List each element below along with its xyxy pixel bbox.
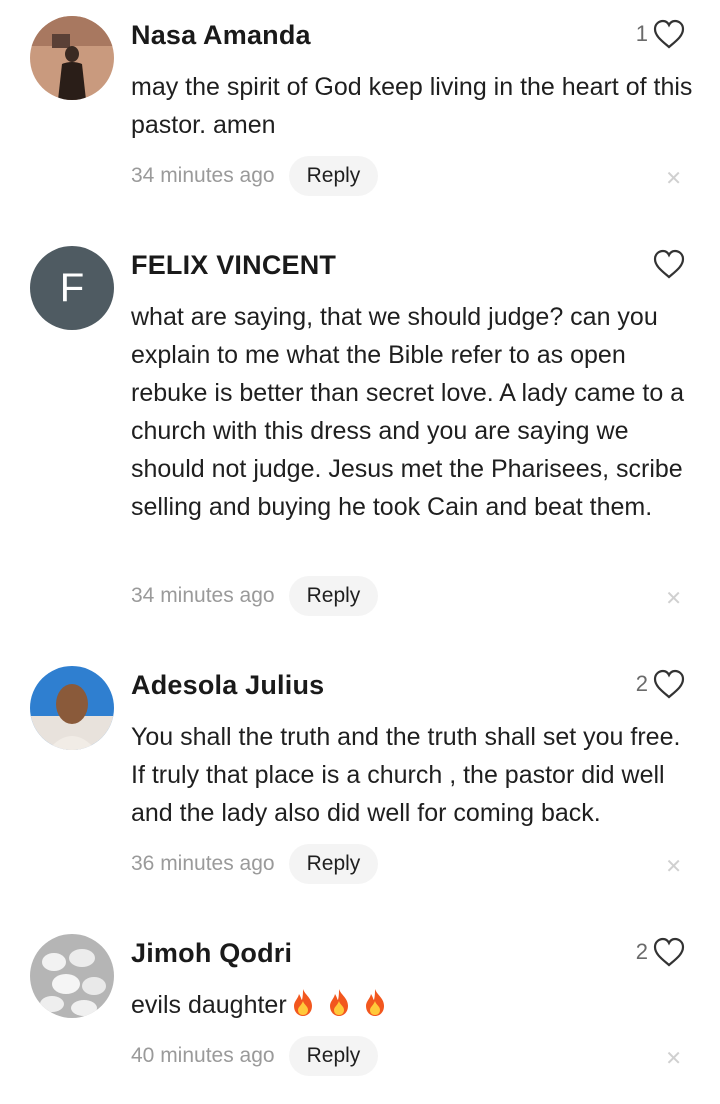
avatar[interactable]: F <box>30 246 114 330</box>
close-icon[interactable]: ✕ <box>665 1049 682 1069</box>
comment-text: You shall the truth and the truth shall … <box>131 723 681 827</box>
comment-meta: 36 minutes ago Reply <box>131 844 379 884</box>
like-count: 1 <box>635 21 648 46</box>
comment-text-row: evils daughter <box>131 986 696 1024</box>
heart-outline-icon[interactable] <box>652 248 686 280</box>
fire-emoji-group <box>287 989 389 1019</box>
comment-meta: 34 minutes ago Reply <box>131 576 379 616</box>
comment-timestamp: 34 minutes ago <box>131 584 275 607</box>
comment-author[interactable]: Jimoh Qodri <box>131 938 292 969</box>
reply-button[interactable]: Reply <box>288 1036 379 1076</box>
like-button[interactable] <box>648 248 686 280</box>
comment-text: what are saying, that we should judge? c… <box>131 303 685 521</box>
reply-button[interactable]: Reply <box>288 844 379 884</box>
close-icon[interactable]: ✕ <box>665 857 682 877</box>
comment-meta: 34 minutes ago Reply <box>131 156 379 196</box>
avatar[interactable] <box>30 666 114 750</box>
heart-outline-icon[interactable] <box>652 668 686 700</box>
close-icon[interactable]: ✕ <box>665 589 682 609</box>
fire-emoji-icon <box>329 989 348 1016</box>
heart-outline-icon[interactable] <box>652 18 686 50</box>
fire-emoji-icon <box>365 989 384 1016</box>
comment-author[interactable]: FELIX VINCENT <box>131 250 336 281</box>
like-button[interactable]: 2 <box>636 936 686 968</box>
reply-button[interactable]: Reply <box>288 156 379 196</box>
fire-emoji-icon <box>293 989 312 1016</box>
comment-author[interactable]: Adesola Julius <box>131 670 324 701</box>
comment-text: evils daughter <box>131 991 287 1019</box>
close-icon[interactable]: ✕ <box>665 169 682 189</box>
like-count: 2 <box>635 671 648 696</box>
heart-outline-icon[interactable] <box>652 936 686 968</box>
like-button[interactable]: 1 <box>636 18 686 50</box>
reply-button[interactable]: Reply <box>288 576 379 616</box>
comment-timestamp: 40 minutes ago <box>131 1044 275 1067</box>
like-count: 2 <box>635 939 648 964</box>
avatar[interactable] <box>30 934 114 1018</box>
comment-timestamp: 36 minutes ago <box>131 852 275 875</box>
like-button[interactable]: 2 <box>636 668 686 700</box>
comment-timestamp: 34 minutes ago <box>131 164 275 187</box>
comment-meta: 40 minutes ago Reply <box>131 1036 379 1076</box>
comment-text: may the spirit of God keep living in the… <box>131 73 693 139</box>
avatar[interactable] <box>30 16 114 100</box>
comment-author[interactable]: Nasa Amanda <box>131 20 311 51</box>
